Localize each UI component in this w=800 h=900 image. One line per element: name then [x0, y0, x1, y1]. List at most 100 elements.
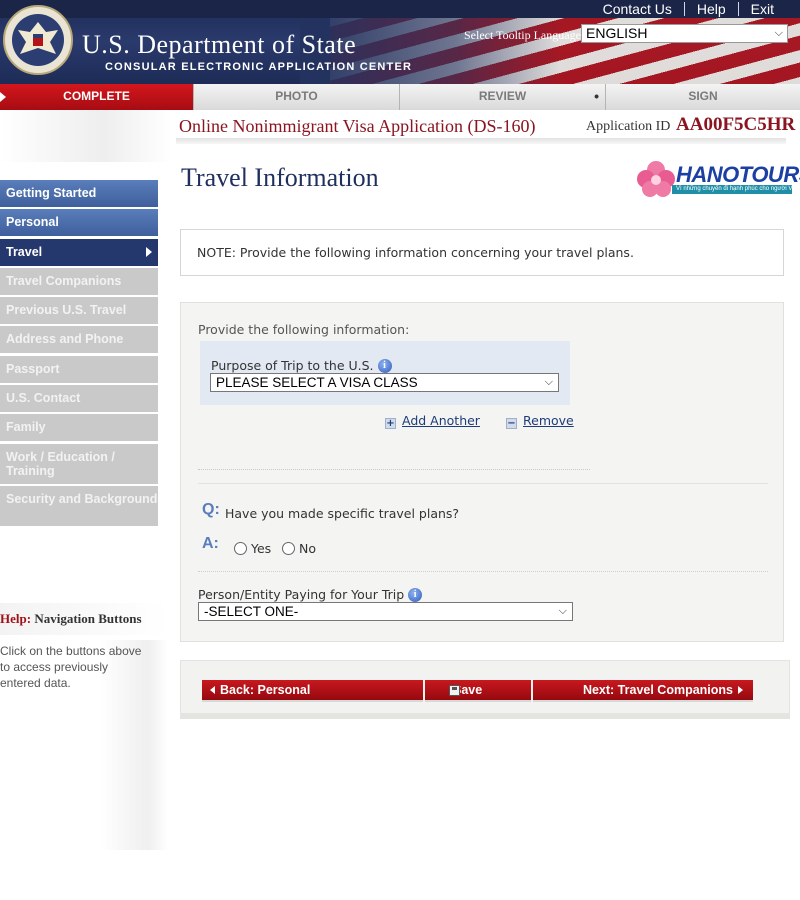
divider — [198, 571, 768, 572]
sidebar-item-label: Family — [6, 420, 46, 435]
divider — [198, 469, 590, 470]
step-review[interactable]: REVIEW • — [400, 84, 606, 110]
dot-icon: • — [594, 88, 599, 104]
sidebar-item-previous-us-travel: Previous U.S. Travel — [0, 297, 158, 325]
step-complete[interactable]: COMPLETE — [0, 84, 194, 110]
help-title: Navigation Buttons — [34, 611, 142, 626]
info-icon[interactable]: i — [377, 359, 392, 373]
trip-payer-text: Person/Entity Paying for Your Trip — [198, 587, 405, 602]
top-links: Contact Us Help Exit — [591, 1, 786, 17]
step-label: REVIEW — [478, 89, 527, 103]
hanotours-logo: HANOTOURS Vì những chuyến đi hạnh phúc c… — [636, 160, 800, 198]
travel-plans-no-radio[interactable] — [282, 542, 295, 555]
sidebar-item-us-contact: U.S. Contact — [0, 385, 158, 413]
step-sign[interactable]: SIGN — [606, 84, 800, 110]
purpose-of-trip-text: Purpose of Trip to the U.S. — [211, 358, 374, 373]
next-button[interactable]: Next: Travel Companions — [533, 680, 753, 700]
travel-form: Provide the following information: Purpo… — [180, 302, 784, 642]
sidebar-item-travel-companions: Travel Companions — [0, 267, 158, 295]
tooltip-language-value: ENGLISH — [586, 25, 648, 41]
step-photo[interactable]: PHOTO — [194, 84, 400, 110]
current-step-arrow-icon — [0, 92, 6, 102]
flower-icon — [637, 161, 675, 197]
add-another-button[interactable]: + Add Another — [385, 413, 480, 429]
sidebar-item-label: Travel Companions — [6, 273, 122, 288]
purpose-of-trip-value: PLEASE SELECT A VISA CLASS — [216, 375, 418, 390]
provide-info-label: Provide the following information: — [198, 322, 410, 337]
exit-link[interactable]: Exit — [739, 1, 786, 17]
sidebar-item-personal[interactable]: Personal — [0, 209, 158, 237]
sidebar-item-label: U.S. Contact — [6, 391, 81, 406]
back-button[interactable]: Back: Personal — [202, 680, 423, 700]
sidebar-item-label: Work / Education / Training — [6, 449, 115, 478]
sidebar-item-label: Previous U.S. Travel — [6, 303, 127, 318]
remove-button[interactable]: − Remove — [506, 413, 574, 429]
sidebar-item-label: Personal — [6, 215, 59, 230]
travel-plans-question: Have you made specific travel plans? — [225, 506, 460, 521]
sidebar-item-label: Passport — [6, 361, 60, 376]
no-label: No — [299, 541, 316, 556]
trip-payer-label: Person/Entity Paying for Your Trip i — [198, 587, 423, 602]
sidebar-item-work-education-training: Work / Education / Training — [0, 443, 158, 484]
navigation-buttons: Back: Personal Save Next: Travel Compani… — [180, 660, 790, 719]
sidebar-item-passport: Passport — [0, 355, 158, 383]
purpose-of-trip-select[interactable]: PLEASE SELECT A VISA CLASS ⌵ — [210, 373, 559, 392]
step-label: PHOTO — [275, 89, 318, 103]
sidebar-item-label: Address and Phone — [6, 332, 124, 347]
arrow-right-icon — [146, 246, 152, 257]
step-label: COMPLETE — [63, 89, 130, 103]
trip-payer-value: -SELECT ONE- — [204, 604, 299, 619]
sidebar-nav: Getting Started Personal Travel Travel C… — [0, 180, 158, 528]
travel-plans-yes-radio[interactable] — [234, 542, 247, 555]
question-mark-label: Q: — [202, 501, 220, 518]
title-underline — [176, 138, 786, 144]
help-heading: Help: Navigation Buttons — [0, 603, 168, 635]
arrow-right-icon — [738, 686, 743, 694]
sidebar-item-getting-started[interactable]: Getting Started — [0, 180, 158, 207]
sidebar-item-label: Travel — [6, 244, 43, 259]
save-button[interactable]: Save — [425, 680, 531, 700]
remove-label: Remove — [523, 413, 574, 428]
chevron-down-icon: ⌵ — [544, 376, 553, 388]
sidebar-item-travel[interactable]: Travel — [0, 238, 158, 266]
divider — [198, 483, 768, 484]
sidebar-item-address-and-phone: Address and Phone — [0, 326, 158, 354]
sidebar-item-label: Getting Started — [6, 186, 97, 200]
plus-icon: + — [385, 418, 396, 429]
application-id-label: Application ID — [586, 119, 671, 134]
state-department-seal-icon — [3, 5, 73, 75]
floppy-disk-icon — [449, 685, 460, 696]
step-tabs: COMPLETE PHOTO REVIEW • SIGN — [0, 84, 800, 110]
answer-mark-label: A: — [202, 535, 219, 552]
site-header: U.S. Department of State CONSULAR ELECTR… — [0, 0, 800, 84]
chevron-down-icon: ⌵ — [774, 27, 783, 39]
logo-tagline: Vì những chuyến đi hạnh phúc cho người V… — [672, 185, 792, 194]
yes-label: Yes — [251, 541, 272, 556]
tooltip-language-label: Select Tooltip Language — [464, 28, 581, 42]
minus-icon: − — [506, 418, 517, 429]
step-label: SIGN — [688, 89, 718, 103]
form-title: Online Nonimmigrant Visa Application (DS… — [179, 116, 536, 136]
chevron-down-icon: ⌵ — [558, 605, 567, 617]
department-title: U.S. Department of State — [82, 30, 357, 59]
sidebar-item-security-and-background: Security and Background — [0, 485, 158, 526]
application-id-value: AA00F5C5HR — [676, 114, 796, 135]
arrow-left-icon — [210, 686, 215, 694]
note-box: NOTE: Provide the following information … — [180, 229, 784, 276]
next-label: Next: Travel Companions — [582, 683, 733, 697]
purpose-of-trip-label: Purpose of Trip to the U.S. i — [211, 358, 392, 373]
info-icon[interactable]: i — [408, 588, 423, 602]
purpose-block: Purpose of Trip to the U.S. i PLEASE SELE… — [200, 341, 570, 405]
sidebar-item-family: Family — [0, 414, 158, 442]
sidebar-shade — [0, 110, 172, 162]
sidebar-item-label: Security and Background — [6, 491, 158, 506]
tooltip-language-select[interactable]: ENGLISH ⌵ — [581, 24, 788, 43]
help-panel: Help: Navigation Buttons Click on the bu… — [0, 603, 168, 691]
trip-payer-select[interactable]: -SELECT ONE- ⌵ — [198, 602, 573, 621]
add-another-label: Add Another — [402, 413, 480, 428]
help-prefix: Help: — [0, 611, 32, 626]
department-subtitle: CONSULAR ELECTRONIC APPLICATION CENTER — [105, 61, 413, 73]
contact-us-link[interactable]: Contact Us — [591, 1, 684, 17]
help-link[interactable]: Help — [685, 1, 738, 17]
page-title: Travel Information — [181, 163, 379, 192]
